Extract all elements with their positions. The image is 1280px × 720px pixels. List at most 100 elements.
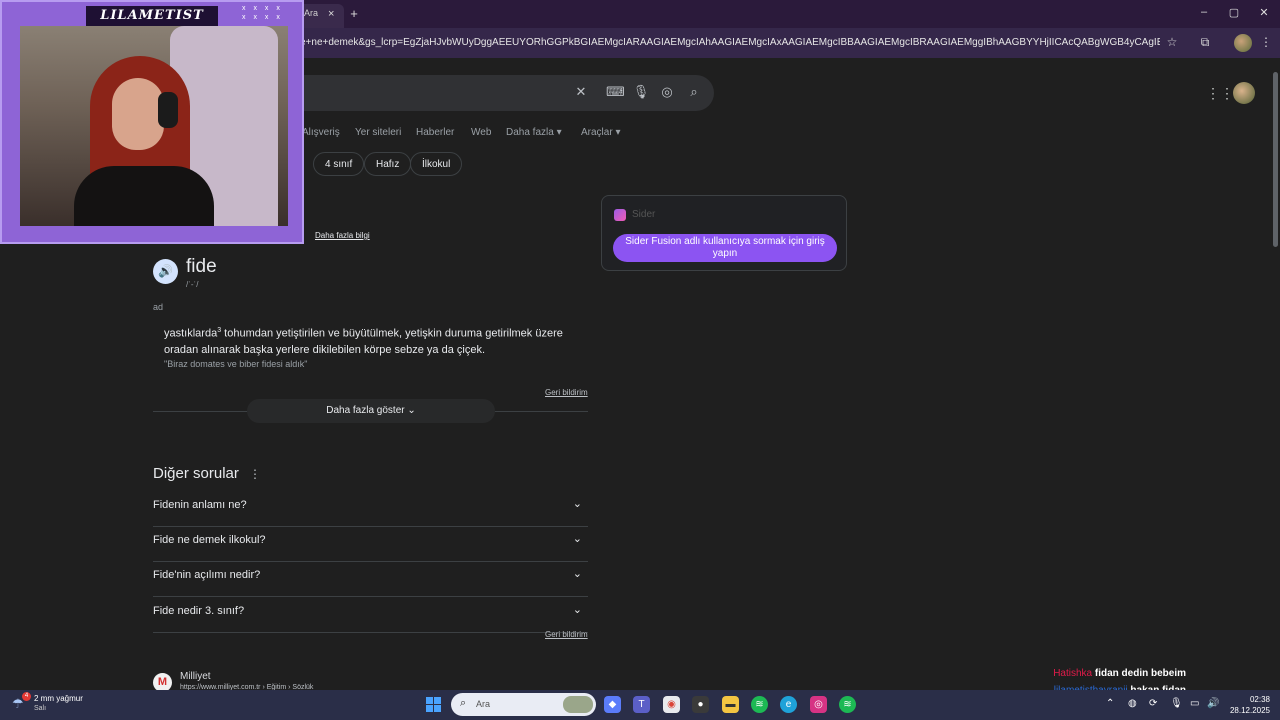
taskbar: ☂ 4 2 mm yağmur Salı ⌕ Ara ◆ T ◉ ● ▬ ≋ e… xyxy=(0,690,1280,720)
taskbar-search[interactable]: ⌕ Ara xyxy=(451,693,596,716)
paa-item[interactable]: Fide nedir 3. sınıf? ⌄ xyxy=(153,598,588,633)
tab-close-icon[interactable]: × xyxy=(328,8,334,28)
paa-item[interactable]: Fide'nin açılımı nedir? ⌄ xyxy=(153,562,588,597)
bookmark-star-icon[interactable]: ☆ xyxy=(1164,35,1180,49)
tab-more-label: Daha fazla xyxy=(506,127,554,138)
new-tab-button[interactable]: + xyxy=(346,6,362,22)
more-options-icon[interactable]: ⋮ xyxy=(249,467,261,481)
chevron-down-icon: ▾ xyxy=(556,127,562,138)
profile-avatar[interactable] xyxy=(1234,34,1252,52)
clock-time: 02:38 xyxy=(1249,695,1270,704)
chat-message: Hatishka fidan dedin bebeim xyxy=(1053,668,1186,679)
network-icon[interactable]: ▭ xyxy=(1190,698,1199,709)
tab-news[interactable]: Haberler xyxy=(416,127,454,138)
filter-chip[interactable]: İlkokul xyxy=(410,152,463,176)
start-button[interactable] xyxy=(426,697,441,712)
tab-tools[interactable]: Araçlar ▾ xyxy=(581,127,621,138)
weather-day: Salı xyxy=(34,705,47,712)
sider-login-button[interactable]: Sider Fusion adlı kullanıcıya sormak içi… xyxy=(613,234,837,262)
search-icon[interactable]: ⌕ xyxy=(685,84,703,100)
tray-app-icon[interactable]: ◍ xyxy=(1128,698,1137,709)
tab-web[interactable]: Web xyxy=(471,127,491,138)
show-more-button[interactable]: Daha fazla göster ⌄ xyxy=(247,399,495,423)
filter-chip[interactable]: 4 sınıf xyxy=(313,152,365,176)
screen: Ara × + – ▢ ✕ e+ne+demek&gs_lcrp=EgZjaHJ… xyxy=(0,0,1280,720)
keyboard-icon[interactable]: ⌨ xyxy=(606,84,625,100)
filter-chip[interactable]: Hafız xyxy=(364,152,412,176)
copilot-icon[interactable]: ◆ xyxy=(604,696,621,713)
chevron-down-icon: ⌄ xyxy=(572,568,582,580)
paa-item[interactable]: Fidenin anlamı ne? ⌄ xyxy=(153,492,588,527)
tab-places[interactable]: Yer siteleri xyxy=(355,127,401,138)
minimize-button[interactable]: – xyxy=(1194,6,1214,18)
microphone-icon[interactable]: 🎙 xyxy=(632,84,650,100)
paa-question: Fide nedir 3. sınıf? xyxy=(153,605,245,617)
feedback-link[interactable]: Geri bildirim xyxy=(545,630,588,639)
spotify-icon[interactable]: ≋ xyxy=(751,696,768,713)
extensions-icon[interactable]: ⧉ xyxy=(1197,35,1213,50)
feedback-link[interactable]: Geri bildirim xyxy=(545,388,588,397)
close-window-button[interactable]: ✕ xyxy=(1254,6,1274,19)
chevron-down-icon: ⌄ xyxy=(572,498,582,510)
volume-icon[interactable]: 🔊 xyxy=(1207,698,1219,709)
phonetic: /ˈ-ˈ/ xyxy=(186,280,199,289)
tray-overflow-icon[interactable]: ⌃ xyxy=(1106,698,1114,709)
definition: yastıklarda3 tohumdan yetiştirilen ve bü… xyxy=(164,323,584,358)
example-sentence: "Biraz domates ve biber fidesi aldık" xyxy=(164,359,308,369)
paa-question: Fidenin anlamı ne? xyxy=(153,499,247,511)
chevron-down-icon: ⌄ xyxy=(572,533,582,545)
instagram-icon[interactable]: ◎ xyxy=(810,696,827,713)
sider-panel: Sider Sider Fusion adlı kullanıcıya sorm… xyxy=(601,195,847,271)
paa-question: Fide'nin açılımı nedir? xyxy=(153,569,261,581)
tab-tools-label: Araçlar xyxy=(581,127,613,138)
dictionary-word: fide xyxy=(186,256,217,277)
channel-name-label: LILAMETIST xyxy=(86,6,218,26)
chrome-icon[interactable]: ◉ xyxy=(663,696,680,713)
tab-title: Ara xyxy=(304,8,319,18)
sider-logo-icon xyxy=(614,209,626,221)
weather-text[interactable]: 2 mm yağmur xyxy=(34,694,83,703)
clock[interactable]: 02:38 28.12.2025 xyxy=(1230,694,1270,716)
streamer-face xyxy=(112,78,164,150)
tab-shopping[interactable]: Alışveriş xyxy=(302,127,340,138)
result-site-name[interactable]: Milliyet xyxy=(180,671,211,682)
webcam-overlay: LILAMETIST x x x xx x x x xyxy=(0,0,304,244)
github-icon[interactable]: ● xyxy=(692,696,709,713)
maximize-button[interactable]: ▢ xyxy=(1224,6,1244,19)
scrollbar[interactable] xyxy=(1271,60,1280,690)
speaker-icon[interactable]: 🔊 xyxy=(153,259,178,284)
search-icon: ⌕ xyxy=(460,697,467,709)
file-explorer-icon[interactable]: ▬ xyxy=(722,696,739,713)
definition-text-a: yastıklarda xyxy=(164,327,218,340)
sync-icon[interactable]: ⟳ xyxy=(1149,698,1157,709)
edge-icon[interactable]: e xyxy=(780,696,797,713)
url-field[interactable]: e+ne+demek&gs_lcrp=EgZjaHJvbWUyDggAEEUYO… xyxy=(300,37,1160,48)
headset xyxy=(158,92,178,128)
microphone-icon[interactable]: 🎙 xyxy=(1170,698,1183,709)
clear-search-icon[interactable]: ✕ xyxy=(572,84,590,100)
streamer-body xyxy=(74,166,214,226)
chevron-down-icon: ⌄ xyxy=(407,405,416,416)
notification-badge: 4 xyxy=(22,692,31,701)
search-input[interactable]: ✕ ⌨ 🎙 ◎ ⌕ xyxy=(290,75,714,111)
browser-menu-icon[interactable]: ⋮ xyxy=(1258,35,1274,49)
clock-date: 28.12.2025 xyxy=(1229,706,1270,715)
paa-item[interactable]: Fide ne demek ilkokul? ⌄ xyxy=(153,527,588,562)
spotify-icon[interactable]: ≋ xyxy=(839,696,856,713)
definition-text-b: tohumdan yetiştirilen ve büyütülmek, yet… xyxy=(164,327,563,356)
part-of-speech: ad xyxy=(153,302,164,312)
camera-lens-icon[interactable]: ◎ xyxy=(658,84,676,100)
webcam-feed xyxy=(20,26,288,226)
teams-icon[interactable]: T xyxy=(633,696,650,713)
tab-more[interactable]: Daha fazla ▾ xyxy=(506,127,562,138)
paa-title: Diğer sorular xyxy=(153,465,239,482)
chat-username: Hatishka xyxy=(1053,668,1093,679)
decor-crosses: x x x xx x x x xyxy=(242,5,283,21)
paa-question: Fide ne demek ilkokul? xyxy=(153,534,266,546)
chevron-down-icon: ▾ xyxy=(615,127,621,138)
account-avatar[interactable] xyxy=(1233,82,1255,104)
more-info-link[interactable]: Daha fazla bilgi xyxy=(315,231,370,240)
show-more-label: Daha fazla göster xyxy=(326,405,405,416)
chat-text: fidan dedin bebeim xyxy=(1094,668,1186,679)
scrollbar-thumb[interactable] xyxy=(1273,72,1278,247)
